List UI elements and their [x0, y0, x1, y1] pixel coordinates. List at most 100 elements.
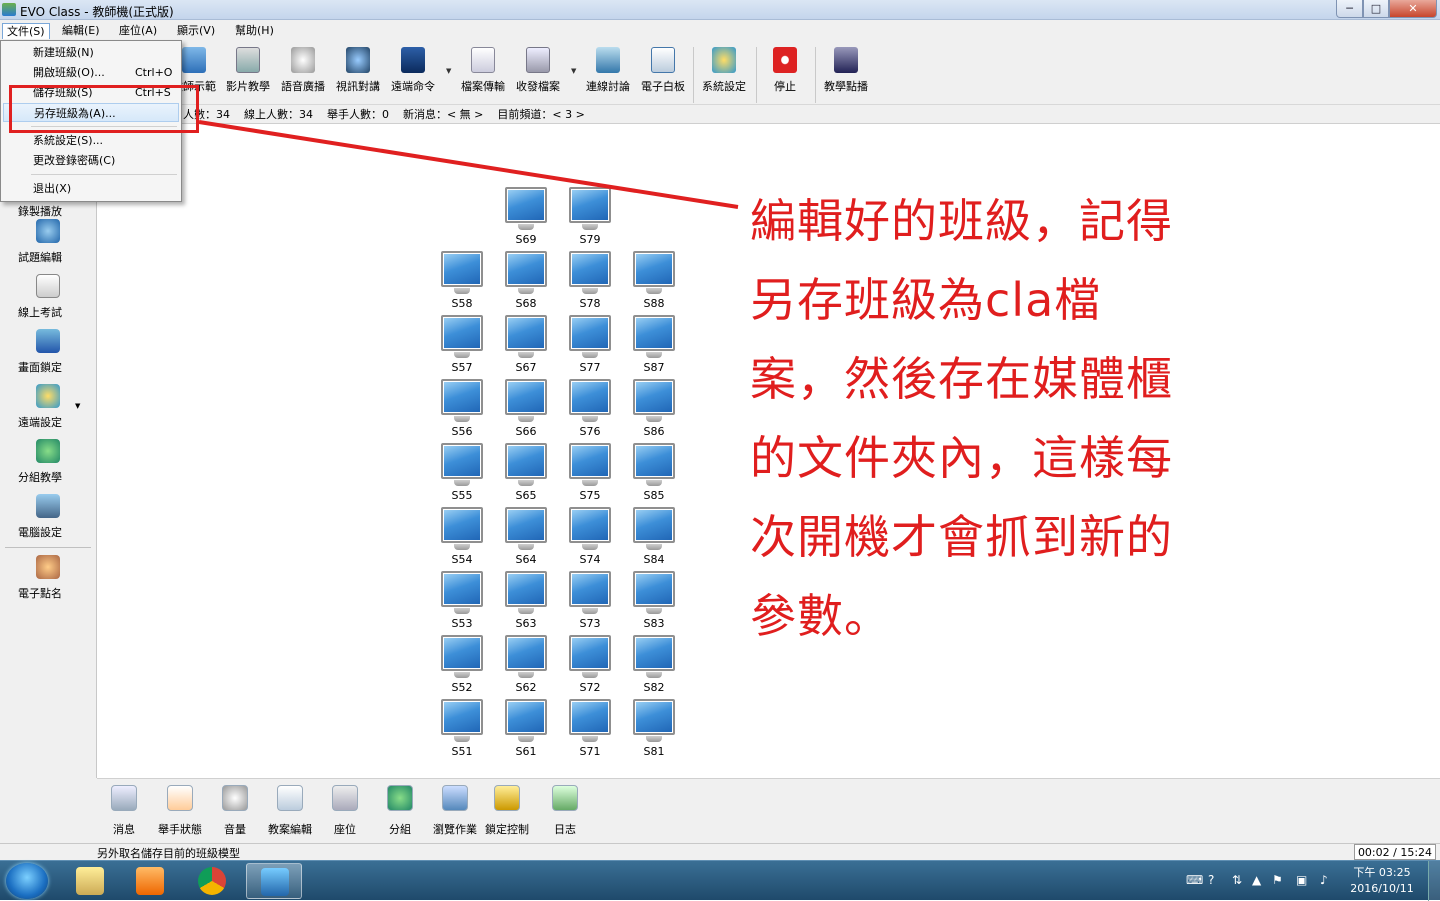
student-seat[interactable]: S54 [438, 507, 486, 569]
sidebar-item-computer-settings[interactable]: 電腦設定 [0, 494, 96, 544]
student-seat[interactable]: S61 [502, 699, 550, 761]
seat-label: S52 [451, 681, 473, 694]
student-seat[interactable]: S79 [566, 187, 614, 249]
show-hidden-icons-icon[interactable]: ▲ [1252, 873, 1261, 887]
volume-tray-icon[interactable]: ♪ [1320, 873, 1328, 887]
status-bar: 另外取名儲存目前的班級模型 00:02 / 15:24 [0, 843, 1440, 860]
sidebar-item-screen-lock[interactable]: 畫面鎖定 [0, 329, 96, 379]
bottom-seat-button[interactable]: 座位 [319, 785, 371, 841]
menu-item-new-class[interactable]: 新建班級(N) [3, 43, 179, 62]
sidebar-item-online-exam[interactable]: 線上考試 [0, 274, 96, 324]
monitor-stand [518, 352, 534, 358]
toolbar-file-transfer[interactable]: 檔案傳輸 [455, 47, 511, 101]
menu-view[interactable]: 顯示(V) [173, 23, 219, 39]
student-seat[interactable]: S67 [502, 315, 550, 377]
network-icon[interactable]: ▣ [1296, 873, 1307, 887]
toolbar-video-teaching[interactable]: 影片教學 [220, 47, 276, 101]
bottom-group-button[interactable]: 分組 [374, 785, 426, 841]
menu-seat[interactable]: 座位(A) [115, 23, 161, 39]
maximize-button[interactable]: □ [1363, 0, 1389, 18]
help-icon[interactable]: ? [1208, 873, 1214, 887]
bottom-browse-homework-button[interactable]: 瀏覽作業 [429, 785, 481, 841]
minimize-button[interactable]: ─ [1336, 0, 1363, 18]
send-receive-dropdown-icon[interactable]: ▼ [571, 67, 576, 75]
show-desktop-button[interactable] [1428, 861, 1440, 901]
bottom-message-button[interactable]: 消息 [98, 785, 150, 841]
student-seat[interactable]: S51 [438, 699, 486, 761]
bottom-lock-control-button[interactable]: 鎖定控制 [481, 785, 533, 841]
student-seat[interactable]: S68 [502, 251, 550, 313]
toolbar-remote-command[interactable]: 遠端命令 [385, 47, 441, 101]
menu-item-exit[interactable]: 退出(X) [3, 179, 179, 198]
student-seat[interactable]: S52 [438, 635, 486, 697]
taskbar-evo-class[interactable] [246, 863, 302, 899]
action-center-flag-icon[interactable]: ⚑ [1272, 873, 1283, 887]
browse-homework-icon [442, 785, 468, 811]
ime-icon[interactable]: ⇅ [1232, 873, 1242, 887]
student-seat[interactable]: S62 [502, 635, 550, 697]
sidebar-item-remote-settings[interactable]: 遠端設定 [0, 384, 96, 434]
toolbar-online-discussion[interactable]: 連線討論 [580, 47, 636, 101]
student-seat[interactable]: S87 [630, 315, 678, 377]
student-seat[interactable]: S55 [438, 443, 486, 505]
student-seat[interactable]: S83 [630, 571, 678, 633]
remote-command-dropdown-icon[interactable]: ▼ [446, 67, 451, 75]
seat-label: S76 [579, 425, 601, 438]
taskbar-chrome[interactable] [184, 863, 240, 899]
student-seat[interactable]: S64 [502, 507, 550, 569]
toolbar-stop[interactable]: 停止 [757, 47, 813, 101]
seat-label: S67 [515, 361, 537, 374]
sidebar-item-question-edit[interactable]: 試題編輯 [0, 219, 96, 269]
student-seat[interactable]: S58 [438, 251, 486, 313]
student-seat[interactable]: S82 [630, 635, 678, 697]
menu-item-open-class[interactable]: 開啟班級(O)... Ctrl+O [3, 63, 179, 82]
close-button[interactable]: ✕ [1389, 0, 1437, 18]
menu-help[interactable]: 幫助(H) [231, 23, 278, 39]
volume-icon [222, 785, 248, 811]
student-seat[interactable]: S72 [566, 635, 614, 697]
toolbar-voice-broadcast[interactable]: 語音廣播 [275, 47, 331, 101]
student-seat[interactable]: S84 [630, 507, 678, 569]
folder-icon [526, 47, 550, 73]
student-seat[interactable]: S76 [566, 379, 614, 441]
keyboard-icon[interactable]: ⌨ [1186, 873, 1203, 887]
student-seat[interactable]: S81 [630, 699, 678, 761]
bottom-raise-hand-button[interactable]: 舉手狀態 [154, 785, 206, 841]
student-seat[interactable]: S74 [566, 507, 614, 569]
student-seat[interactable]: S63 [502, 571, 550, 633]
student-seat[interactable]: S71 [566, 699, 614, 761]
toolbar-whiteboard[interactable]: 電子白板 [635, 47, 691, 101]
toolbar-video-intercom[interactable]: 視訊對講 [330, 47, 386, 101]
start-button[interactable] [6, 863, 48, 899]
student-seat[interactable]: S57 [438, 315, 486, 377]
student-monitor-icon [633, 379, 675, 415]
student-seat[interactable]: S53 [438, 571, 486, 633]
menu-edit[interactable]: 編輯(E) [58, 23, 104, 39]
student-seat[interactable]: S66 [502, 379, 550, 441]
student-seat[interactable]: S85 [630, 443, 678, 505]
student-seat[interactable]: S75 [566, 443, 614, 505]
student-seat[interactable]: S86 [630, 379, 678, 441]
menu-file[interactable]: 文件(S) [2, 23, 50, 39]
taskbar-clock[interactable]: 下午 03:25 2016/10/11 [1342, 865, 1422, 897]
student-seat[interactable]: S77 [566, 315, 614, 377]
student-seat[interactable]: S69 [502, 187, 550, 249]
student-seat[interactable]: S65 [502, 443, 550, 505]
student-seat[interactable]: S73 [566, 571, 614, 633]
taskbar-explorer[interactable] [62, 863, 118, 899]
toolbar-system-settings[interactable]: 系統設定 [696, 47, 752, 101]
bottom-lesson-edit-button[interactable]: 教案編輯 [264, 785, 316, 841]
student-seat[interactable]: S78 [566, 251, 614, 313]
toolbar-teaching-vod[interactable]: 教學點播 [818, 47, 874, 101]
taskbar-media-player[interactable] [122, 863, 178, 899]
menu-item-change-password[interactable]: 更改登錄密碼(C) [3, 151, 179, 170]
sidebar-item-roll-call[interactable]: 電子點名 [0, 555, 96, 605]
menu-item-system-settings[interactable]: 系統設定(S)... [3, 131, 179, 150]
remote-settings-dropdown-icon[interactable]: ▼ [75, 402, 80, 410]
student-seat[interactable]: S56 [438, 379, 486, 441]
sidebar-item-group-teaching[interactable]: 分組教學 [0, 439, 96, 489]
toolbar-send-receive-files[interactable]: 收發檔案 [510, 47, 566, 101]
bottom-volume-button[interactable]: 音量 [209, 785, 261, 841]
bottom-log-button[interactable]: 日志 [539, 785, 591, 841]
student-seat[interactable]: S88 [630, 251, 678, 313]
